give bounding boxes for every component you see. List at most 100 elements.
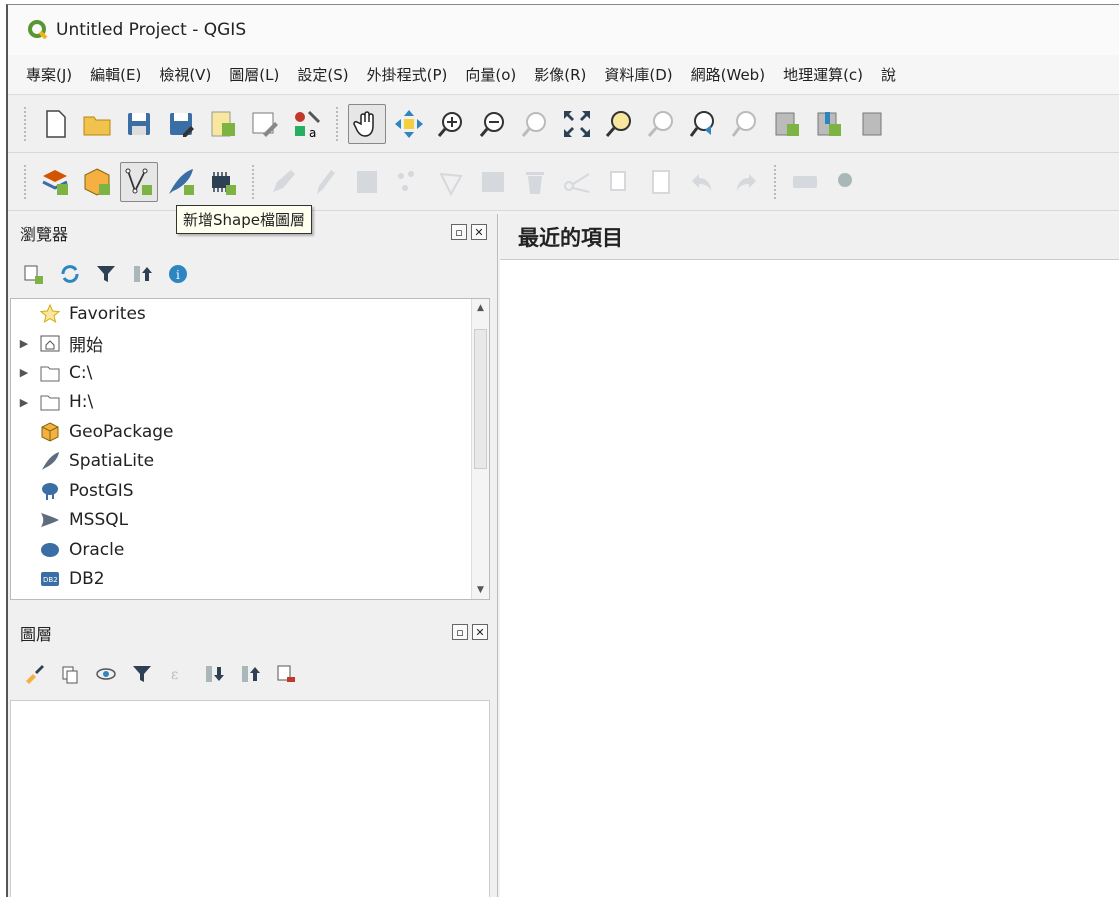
menu-edit[interactable]: 編輯(E) — [90, 64, 141, 85]
zoom-to-layer-icon[interactable] — [642, 104, 680, 144]
menu-help[interactable]: 說 — [881, 64, 896, 85]
style-manager-icon[interactable]: a — [288, 104, 326, 144]
menu-view[interactable]: 檢視(V) — [159, 64, 211, 85]
close-panel-button[interactable]: ✕ — [471, 224, 487, 240]
filter-legend-icon[interactable] — [128, 660, 156, 688]
new-temporary-layer-icon[interactable] — [204, 162, 242, 202]
tree-item-mssql[interactable]: MSSQL — [11, 506, 489, 536]
scroll-down-arrow-icon[interactable]: ▼ — [472, 581, 489, 599]
layout-manager-icon[interactable] — [246, 104, 284, 144]
pan-map-icon[interactable] — [348, 103, 386, 144]
show-bookmarks-icon[interactable] — [810, 104, 848, 144]
zoom-native-icon[interactable] — [516, 104, 554, 144]
cut-features-icon[interactable] — [558, 162, 596, 202]
add-selected-layers-icon[interactable] — [20, 260, 48, 288]
refresh-map-icon[interactable] — [852, 104, 890, 144]
filter-by-expression-icon[interactable]: ε — [164, 660, 192, 688]
add-point-feature-icon[interactable] — [390, 162, 428, 202]
new-project-icon[interactable] — [36, 104, 74, 144]
menu-plugins[interactable]: 外掛程式(P) — [367, 64, 448, 85]
zoom-to-selection-icon[interactable] — [600, 104, 638, 144]
zoom-last-icon[interactable] — [684, 104, 722, 144]
toolbar-grip[interactable] — [252, 164, 258, 199]
label-toolbar-icon[interactable] — [786, 162, 824, 202]
toggle-editing-icon[interactable] — [306, 162, 344, 202]
pan-to-selection-icon[interactable] — [390, 104, 428, 144]
menu-raster[interactable]: 影像(R) — [534, 64, 586, 85]
data-source-manager-icon[interactable] — [36, 162, 74, 202]
tree-item-label: C:\ — [69, 362, 93, 383]
toolbar-grip[interactable] — [24, 164, 30, 199]
zoom-in-icon[interactable] — [432, 104, 470, 144]
menu-layer[interactable]: 圖層(L) — [229, 64, 279, 85]
collapse-all-icon[interactable] — [236, 660, 264, 688]
expand-arrow-icon[interactable]: ▶ — [11, 337, 37, 350]
menu-web[interactable]: 網路(Web) — [691, 64, 765, 85]
modify-attributes-icon[interactable] — [474, 162, 512, 202]
tree-item-geopackage[interactable]: GeoPackage — [11, 417, 489, 447]
toolbar-grip[interactable] — [774, 164, 780, 199]
collapse-all-icon[interactable] — [128, 260, 156, 288]
style-panel-icon[interactable] — [20, 660, 48, 688]
delete-selected-icon[interactable] — [516, 162, 554, 202]
tree-item-oracle[interactable]: Oracle — [11, 535, 489, 565]
layers-list[interactable] — [10, 700, 490, 897]
float-panel-button[interactable]: ▫ — [451, 224, 467, 240]
current-edits-icon[interactable] — [264, 162, 302, 202]
menu-project[interactable]: 專案(J) — [26, 64, 72, 85]
manage-map-themes-icon[interactable] — [92, 660, 120, 688]
tree-item-spatialite[interactable]: SpatiaLite — [11, 447, 489, 477]
menu-processing[interactable]: 地理運算(c) — [783, 64, 863, 85]
float-panel-button[interactable]: ▫ — [452, 624, 468, 640]
refresh-icon[interactable] — [56, 260, 84, 288]
tree-item-db2[interactable]: DB2 DB2 — [11, 565, 489, 595]
save-edits-icon[interactable] — [348, 162, 386, 202]
save-as-icon[interactable] — [162, 104, 200, 144]
properties-icon[interactable]: i — [164, 260, 192, 288]
menu-vector[interactable]: 向量(o) — [465, 64, 516, 85]
menu-database[interactable]: 資料庫(D) — [604, 64, 672, 85]
star-icon — [37, 303, 63, 325]
folder-icon — [37, 391, 63, 413]
toolbar-grip[interactable] — [336, 106, 342, 141]
paste-features-icon[interactable] — [642, 162, 680, 202]
new-shapefile-layer-icon[interactable] — [120, 161, 158, 202]
new-geopackage-layer-icon[interactable] — [78, 162, 116, 202]
zoom-next-icon[interactable] — [726, 104, 764, 144]
undo-icon[interactable] — [684, 162, 722, 202]
zoom-full-icon[interactable] — [558, 104, 596, 144]
new-spatialite-layer-icon[interactable] — [162, 162, 200, 202]
filter-icon[interactable] — [92, 260, 120, 288]
copy-features-icon[interactable] — [600, 162, 638, 202]
scrollbar-thumb[interactable] — [474, 329, 487, 469]
new-bookmark-icon[interactable] — [768, 104, 806, 144]
tree-item-label: Oracle — [69, 539, 125, 560]
tree-item-favorites[interactable]: Favorites — [11, 299, 489, 329]
open-project-icon[interactable] — [78, 104, 116, 144]
layers-panel-header: 圖層 ▫ ✕ — [8, 614, 498, 652]
recent-projects-panel: 最近的項目 — [500, 214, 1119, 897]
expand-arrow-icon[interactable]: ▶ — [11, 366, 37, 379]
tree-item-postgis[interactable]: PostGIS — [11, 476, 489, 506]
scroll-up-arrow-icon[interactable]: ▲ — [472, 299, 489, 317]
title-bar: Untitled Project - QGIS — [8, 5, 1119, 55]
browser-scrollbar[interactable]: ▲ ▼ — [471, 299, 489, 599]
menu-settings[interactable]: 設定(S) — [297, 64, 348, 85]
close-panel-button[interactable]: ✕ — [472, 624, 488, 640]
toolbar-grip[interactable] — [24, 106, 30, 141]
remove-layer-icon[interactable] — [272, 660, 300, 688]
tree-item-drive-c[interactable]: ▶ C:\ — [11, 358, 489, 388]
redo-icon[interactable] — [726, 162, 764, 202]
vertex-tool-icon[interactable] — [432, 162, 470, 202]
expand-arrow-icon[interactable]: ▶ — [11, 396, 37, 409]
zoom-out-icon[interactable] — [474, 104, 512, 144]
save-project-icon[interactable] — [120, 104, 158, 144]
tree-item-drive-h[interactable]: ▶ H:\ — [11, 388, 489, 418]
label-pin-icon[interactable] — [828, 162, 866, 202]
expand-all-icon[interactable] — [200, 660, 228, 688]
tree-item-label: DB2 — [69, 569, 105, 590]
folder-icon — [37, 362, 63, 384]
add-group-icon[interactable] — [56, 660, 84, 688]
new-print-layout-icon[interactable] — [204, 104, 242, 144]
tree-item-home[interactable]: ▶ 開始 — [11, 329, 489, 359]
